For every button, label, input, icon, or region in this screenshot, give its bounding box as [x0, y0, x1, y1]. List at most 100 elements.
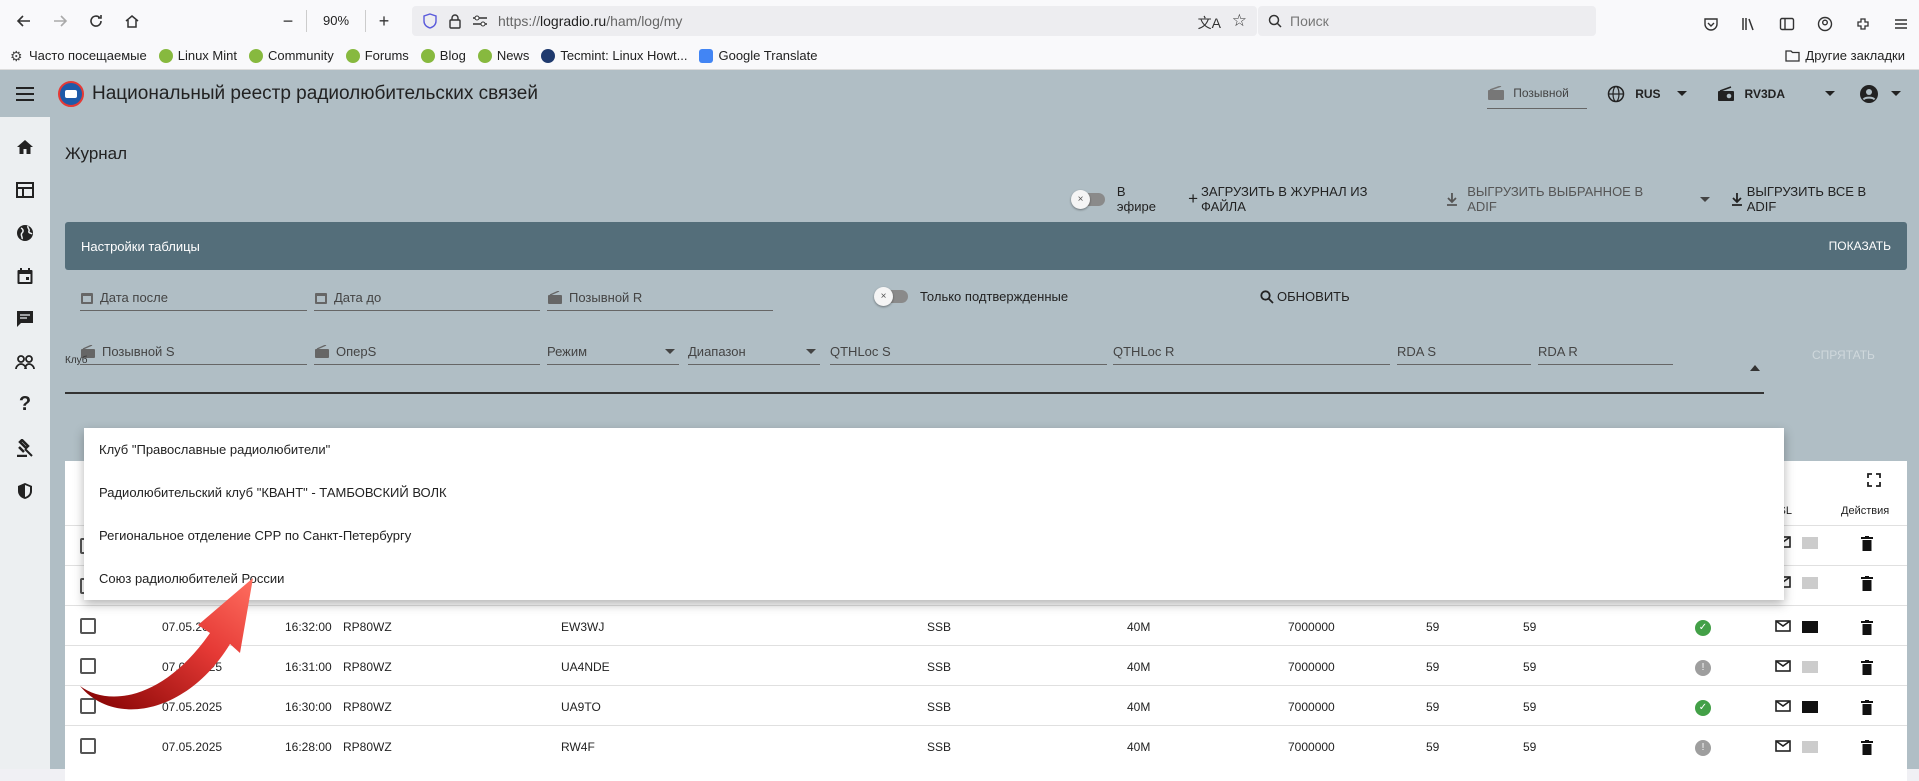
permissions-icon[interactable] — [472, 14, 488, 28]
club-option[interactable]: Радиолюбительский клуб "КВАНТ" - ТАМБОВС… — [84, 471, 1784, 514]
user-menu[interactable] — [1859, 84, 1901, 104]
rst-s-cell: 59 — [1426, 700, 1440, 714]
other-bookmarks-label: Другие закладки — [1805, 48, 1905, 63]
delete-icon[interactable] — [1861, 660, 1873, 675]
callsign-r-cell: EW3WJ — [561, 620, 605, 634]
qsl-send-icon[interactable] — [1775, 700, 1793, 714]
sidebar-item-home[interactable] — [0, 125, 50, 168]
bookmark-item[interactable]: Tecmint: Linux Howt... — [541, 48, 687, 63]
table-row[interactable]: 07.05.2025 16:30:00 RP80WZ UA9TO SSB 40M 70000… — [65, 685, 1907, 725]
url-text[interactable]: https://logradio.ru/ham/log/my — [498, 13, 682, 29]
qsl-received-icon[interactable] — [1801, 740, 1819, 754]
show-settings-button[interactable]: ПОКАЗАТЬ — [1829, 239, 1891, 253]
bookmark-item[interactable]: Linux Mint — [158, 48, 237, 63]
sidebar-item-help[interactable]: ? — [0, 383, 50, 426]
callsign-label: Позывной — [1513, 86, 1569, 100]
bookmark-item[interactable]: Forums — [345, 48, 409, 63]
hide-filters-button[interactable]: СПРЯТАТЬ — [1812, 348, 1875, 362]
station-selector[interactable]: RV3DA — [1717, 85, 1835, 102]
date-before-field[interactable]: Дата до — [314, 285, 540, 311]
zoom-out-button[interactable]: − — [270, 3, 306, 39]
club-option[interactable]: Союз радиолюбителей России — [84, 557, 1784, 600]
delete-icon[interactable] — [1861, 536, 1873, 551]
table-icon — [16, 181, 34, 198]
bookmark-star-icon[interactable]: ☆ — [1232, 11, 1247, 31]
table-row[interactable]: 07.05.2025 16:32:00 RP80WZ EW3WJ SSB 40M 70000… — [65, 605, 1907, 645]
search-bar[interactable]: Поиск — [1258, 6, 1596, 36]
table-row[interactable]: 07.05.2025 16:28:00 RP80WZ RW4F SSB 40M 700000… — [65, 725, 1907, 765]
callsign-r-field[interactable]: Позывной R — [547, 285, 773, 311]
bookmark-label: Linux Mint — [177, 48, 237, 63]
home-icon[interactable] — [114, 3, 150, 39]
fullscreen-icon[interactable] — [1867, 473, 1881, 487]
bookmark-item[interactable]: Google Translate — [699, 48, 818, 63]
translate-icon[interactable]: 文A — [1198, 13, 1221, 33]
qsl-send-icon[interactable] — [1775, 740, 1793, 754]
forward-icon[interactable] — [42, 3, 78, 39]
refresh-button[interactable]: ОБНОВИТЬ — [1260, 289, 1350, 304]
url-bar[interactable]: https://logradio.ru/ham/log/my 文A ☆ — [412, 6, 1257, 36]
sidebar-item-forum[interactable] — [0, 297, 50, 340]
row-checkbox[interactable] — [80, 738, 96, 754]
callsign-s-cell: RP80WZ — [343, 740, 392, 754]
radio-icon — [548, 291, 562, 304]
club-option[interactable]: Региональное отделение СРР по Санкт-Пете… — [84, 514, 1784, 557]
download-icon — [1731, 193, 1742, 206]
library-icon[interactable] — [1731, 6, 1767, 42]
back-icon[interactable] — [6, 3, 42, 39]
club-select[interactable]: Клуб — [65, 349, 1764, 394]
actions-header: Действия — [1841, 505, 1890, 517]
sidebar-item-world[interactable] — [0, 211, 50, 254]
globe-icon — [17, 224, 33, 241]
pocket-icon[interactable] — [1693, 6, 1729, 42]
menu-icon[interactable] — [1883, 6, 1919, 42]
chevron-down-icon[interactable] — [1699, 196, 1710, 202]
bookmark-item[interactable]: Community — [248, 48, 334, 63]
delete-icon[interactable] — [1861, 576, 1873, 591]
delete-icon[interactable] — [1861, 740, 1873, 755]
sidebar-toggle-icon[interactable] — [1769, 6, 1805, 42]
on-air-toggle[interactable]: × В эфире — [1071, 184, 1168, 214]
date-after-field[interactable]: Дата после — [80, 285, 307, 311]
export-all-button[interactable]: ВЫГРУЗИТЬ ВСЕ В ADIF — [1730, 184, 1899, 214]
sidebar-item-calendar[interactable] — [0, 254, 50, 297]
extensions-icon[interactable] — [1845, 6, 1881, 42]
qsl-received-icon[interactable] — [1801, 660, 1819, 674]
qsl-received-icon[interactable] — [1801, 620, 1819, 634]
close-icon: × — [1071, 189, 1090, 209]
time-cell: 16:31:00 — [285, 660, 332, 674]
qsl-send-icon[interactable] — [1775, 660, 1793, 674]
callsign-selector[interactable]: Позывной — [1487, 79, 1588, 109]
sidebar-item-log[interactable] — [0, 168, 50, 211]
zoom-level[interactable]: 90% — [306, 10, 366, 32]
unconfirmed-info-icon: ! — [1695, 740, 1711, 756]
confirmed-only-toggle[interactable]: × Только подтвержденные — [874, 287, 1068, 306]
bookmark-item[interactable]: News — [477, 48, 529, 63]
delete-icon[interactable] — [1861, 700, 1873, 715]
mint-icon — [248, 48, 263, 63]
table-row[interactable]: 07.05.202516:31:00RP80WZUA4NDESSB40M7000… — [65, 645, 1907, 685]
language-selector[interactable]: RUS — [1607, 85, 1687, 103]
sidebar-item-users[interactable] — [0, 340, 50, 383]
zoom-in-button[interactable]: + — [366, 3, 402, 39]
lock-icon[interactable] — [448, 13, 462, 29]
logo[interactable] — [58, 80, 84, 107]
sidebar-item-privacy[interactable] — [0, 469, 50, 512]
other-bookmarks[interactable]: Другие закладки — [1785, 48, 1905, 63]
sidebar-item-rules[interactable] — [0, 426, 50, 469]
globe-icon — [1607, 85, 1625, 102]
search-icon — [1260, 289, 1274, 304]
club-option[interactable]: Клуб "Православные радиолюбители" — [84, 428, 1784, 471]
upload-log-button[interactable]: + ЗАГРУЗИТЬ В ЖУРНАЛ ИЗ ФАЙЛА — [1188, 184, 1415, 214]
account-icon[interactable] — [1807, 6, 1843, 42]
qsl-received-icon[interactable] — [1801, 700, 1819, 714]
qsl-send-icon[interactable] — [1775, 620, 1793, 634]
reload-icon[interactable] — [78, 3, 114, 39]
bookmark-item[interactable]: ⚙ Часто посещаемые — [10, 48, 147, 63]
shield-icon[interactable] — [422, 13, 438, 29]
table-settings-bar[interactable]: Настройки таблицы ПОКАЗАТЬ — [65, 222, 1907, 270]
hamburger-menu-icon[interactable] — [16, 86, 34, 101]
delete-icon[interactable] — [1861, 620, 1873, 635]
bookmark-item[interactable]: Blog — [420, 48, 466, 63]
export-selected-button[interactable]: ВЫГРУЗИТЬ ВЫБРАННОЕ В ADIF — [1445, 184, 1710, 214]
